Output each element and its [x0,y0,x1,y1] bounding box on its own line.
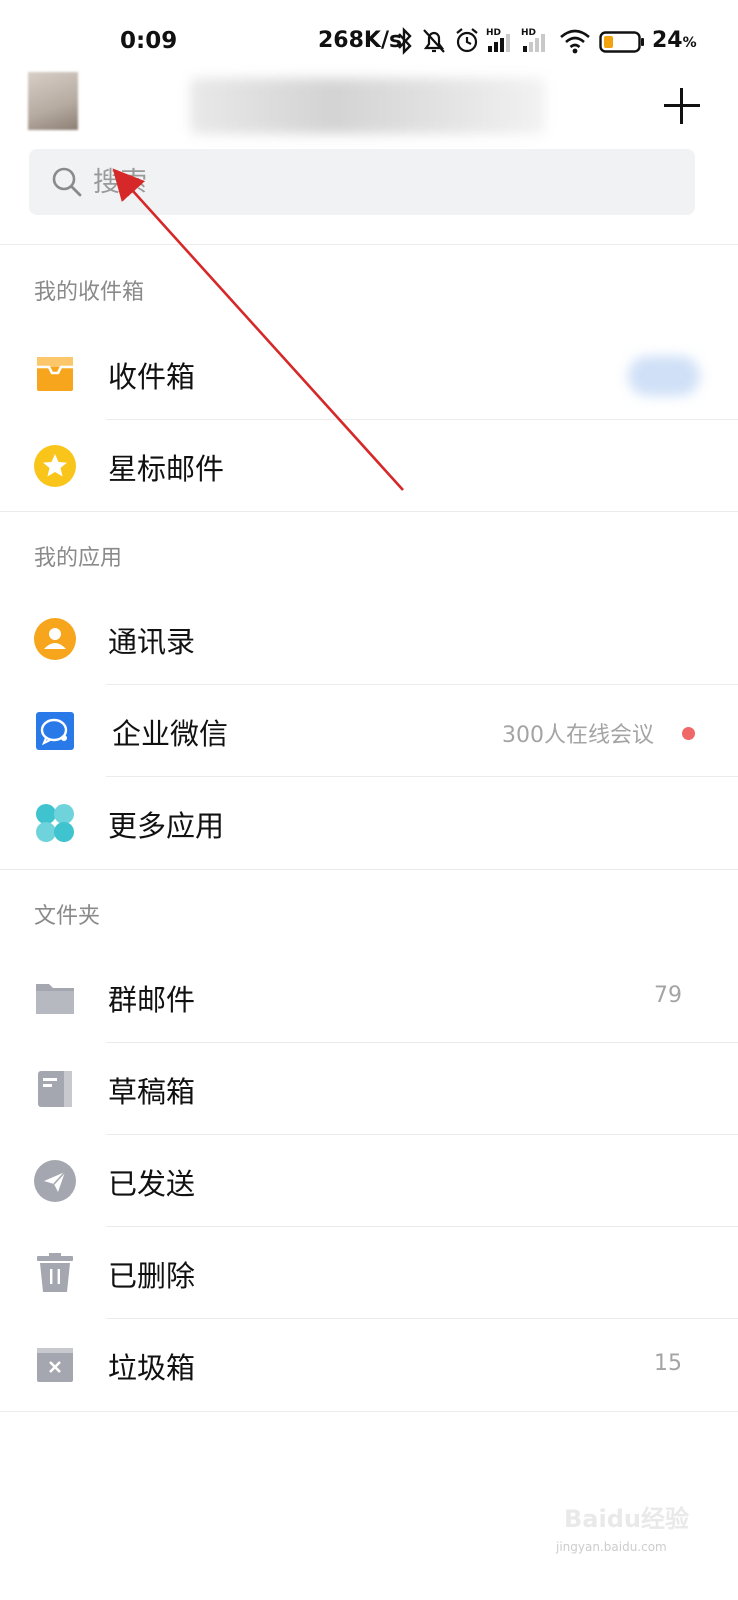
header [0,66,738,142]
spam-icon [37,1348,73,1382]
menu-item-label: 通讯录 [108,625,196,659]
menu-item-drafts[interactable]: 草稿箱 [0,1043,738,1135]
baidu-watermark: Baidu经验 [556,1495,696,1541]
folder-count: 79 [654,983,682,1008]
mute-bell-icon [423,29,445,53]
divider [0,869,738,870]
folder-icon [36,984,74,1014]
menu-item-label: 企业微信 [112,717,229,751]
search-bar[interactable] [29,149,695,215]
battery-icon [599,31,644,53]
signal-2-label: HD [521,28,536,38]
menu-item-label: 群邮件 [108,983,196,1017]
bluetooth-icon [398,27,412,55]
drafts-icon [38,1071,72,1107]
contacts-icon [34,618,76,660]
battery-percent: 24% [652,28,697,53]
folder-count: 15 [654,1351,682,1376]
section-title-apps: 我的应用 [34,546,123,571]
menu-item-label: 更多应用 [108,809,225,843]
menu-item-label: 垃圾箱 [108,1351,196,1385]
signal-1-icon: HD [486,28,510,52]
section-title-folders: 文件夹 [34,904,101,929]
avatar[interactable] [28,72,78,130]
menu-item-more-apps[interactable]: 更多应用 [0,777,738,869]
wecom-icon [36,712,74,750]
sent-icon [34,1160,76,1202]
divider [0,511,738,512]
section-title-inbox: 我的收件箱 [34,280,145,305]
menu-item-label: 草稿箱 [108,1075,196,1109]
menu-item-deleted[interactable]: 已删除 [0,1227,738,1319]
network-speed: 268K/s [318,28,403,53]
divider [0,244,738,245]
watermark-brand: Baidu经验 [564,1505,689,1533]
menu-item-label: 已删除 [108,1259,196,1293]
signal-1-label: HD [486,28,501,38]
battery-percent-unit: % [682,35,697,51]
menu-item-wecom[interactable]: 企业微信 300人在线会议 [0,685,738,777]
search-icon [52,167,82,197]
menu-item-starred[interactable]: 星标邮件 [0,420,738,512]
watermark-url: jingyan.baidu.com [556,1540,667,1554]
menu-item-sent[interactable]: 已发送 [0,1135,738,1227]
divider [0,1411,738,1412]
battery-percent-value: 24 [652,28,683,53]
menu-item-spam[interactable]: 垃圾箱 15 [0,1319,738,1411]
star-icon [34,445,76,487]
menu-item-contacts[interactable]: 通讯录 [0,593,738,685]
plus-icon[interactable] [660,84,704,128]
menu-item-label: 已发送 [108,1167,196,1201]
search-input[interactable] [93,166,593,198]
menu-item-label: 星标邮件 [108,452,225,486]
unread-badge [628,356,700,396]
alarm-icon [456,28,478,53]
notification-dot [682,727,695,740]
account-switcher[interactable] [190,78,545,134]
apps-icon [36,804,74,842]
trash-icon [37,1253,73,1292]
meeting-notice: 300人在线会议 [502,723,654,748]
menu-item-group-mail[interactable]: 群邮件 79 [0,951,738,1043]
inbox-icon [37,357,73,391]
menu-item-label: 收件箱 [108,360,196,394]
menu-item-inbox[interactable]: 收件箱 [0,328,738,420]
status-time: 0:09 [120,28,178,54]
wifi-icon [560,29,590,54]
signal-2-icon: HD [521,28,545,52]
